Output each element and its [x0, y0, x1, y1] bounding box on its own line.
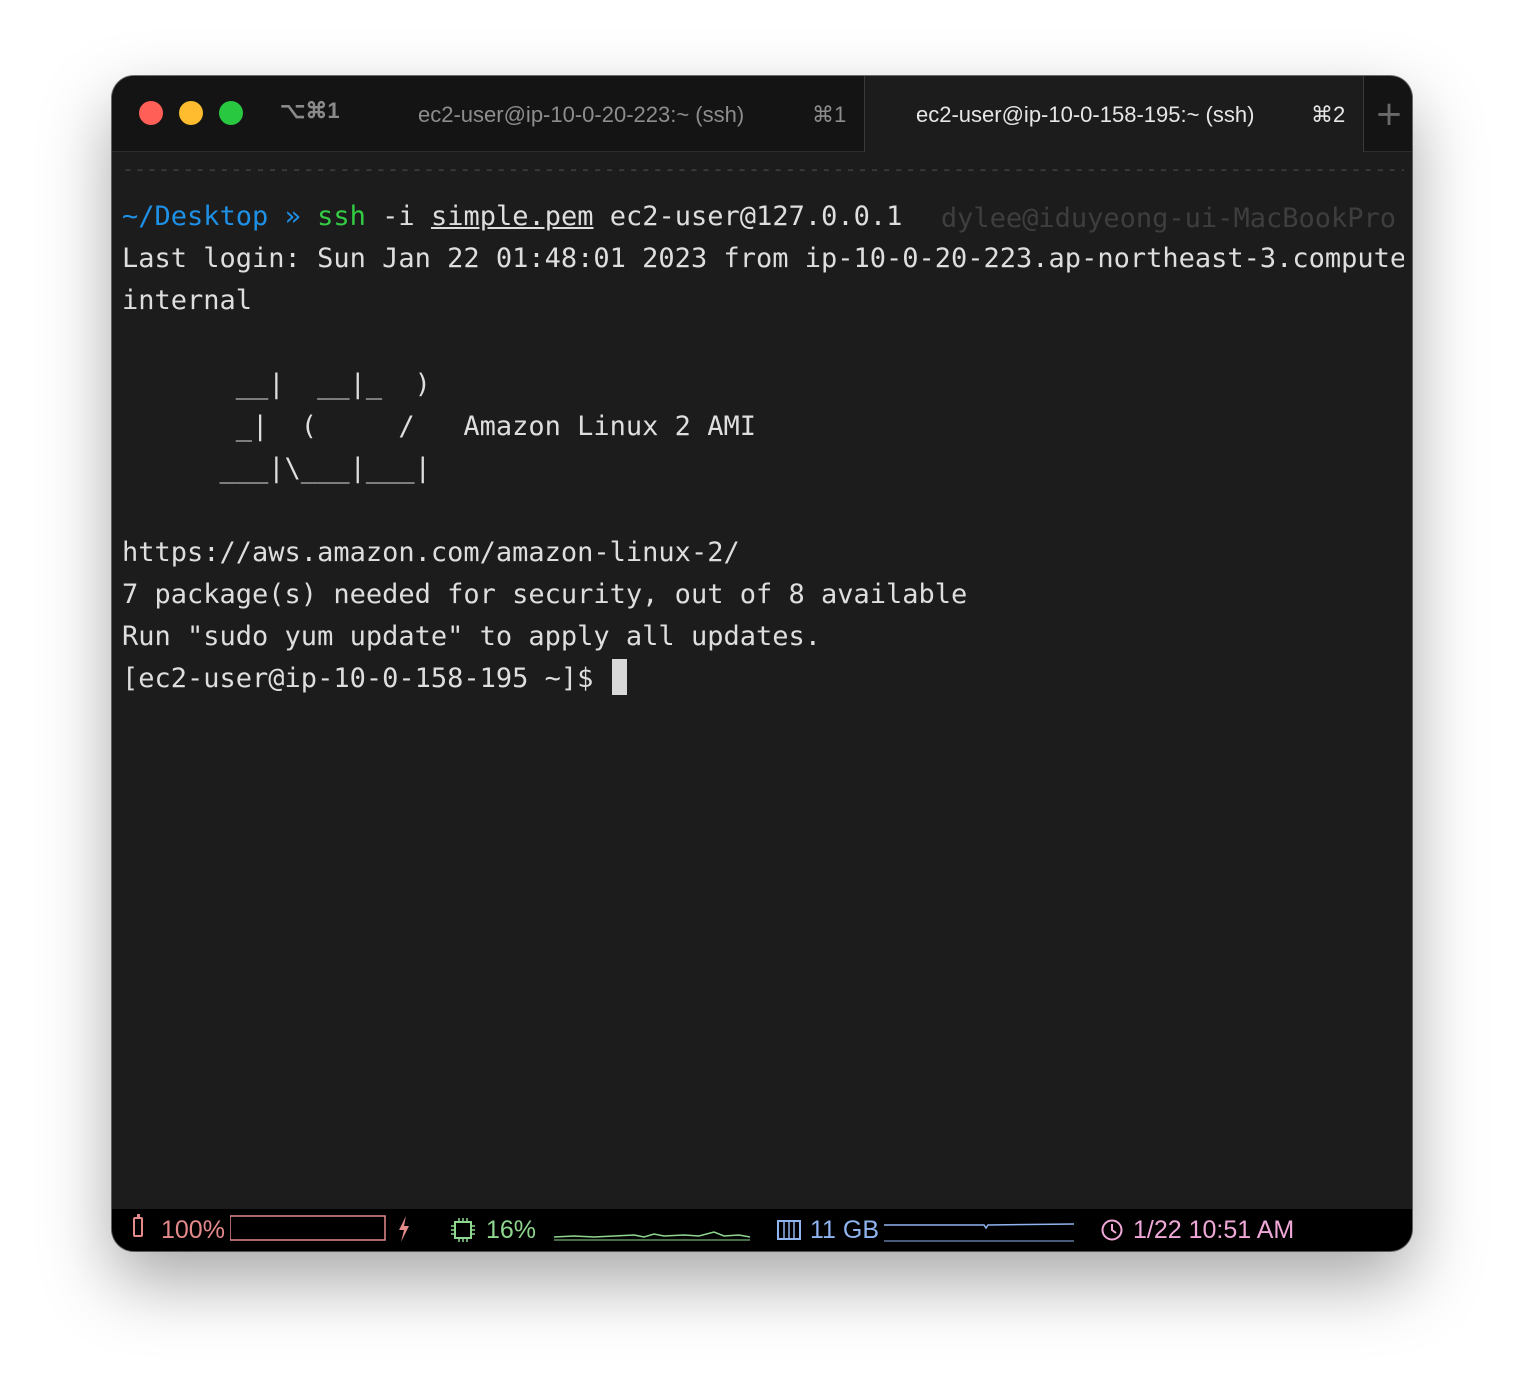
output-line: Last login: Sun Jan 22 01:48:01 2023 fro…	[122, 243, 1404, 274]
command-flag: -i	[382, 201, 415, 232]
tab-title: ec2-user@ip-10-0-158-195:~ (ssh)	[916, 102, 1255, 127]
command-file: simple.pem	[430, 201, 594, 232]
terminal-window: ⌥⌘1 ec2-user@ip-10-0-20-223:~ (ssh) ⌘1 e…	[112, 76, 1412, 1251]
ascii-art-line: ___|\___|___|	[122, 453, 431, 484]
output-line: https://aws.amazon.com/amazon-linux-2/	[122, 537, 740, 568]
prompt-separator: ----------------------------------------…	[122, 162, 1404, 176]
output-line: internal	[122, 285, 253, 316]
new-tab-button[interactable]: +	[1374, 92, 1404, 136]
memory-icon	[777, 1220, 801, 1240]
right-prompt: dylee@iduyeong-ui-MacBookPro	[940, 203, 1396, 234]
window-shortcut: ⌥⌘1	[280, 98, 340, 123]
memory-graph	[884, 1223, 1074, 1242]
command-name: ssh	[317, 201, 366, 232]
prompt-separator-glyph: »	[284, 201, 301, 232]
title-bar: ⌥⌘1 ec2-user@ip-10-0-20-223:~ (ssh) ⌘1 e…	[112, 76, 1412, 152]
ascii-art-line: _| ( / Amazon Linux 2 AMI	[122, 411, 756, 442]
clock-icon	[1101, 1219, 1123, 1241]
clock-value: 1/22 10:51 AM	[1133, 1216, 1295, 1244]
tab-title: ec2-user@ip-10-0-20-223:~ (ssh)	[418, 102, 745, 127]
tab-ssh-1[interactable]: ec2-user@ip-10-0-20-223:~ (ssh) ⌘1	[402, 76, 864, 152]
status-bar: 100% 16% 11 GB 1/22 10:51 AM	[112, 1209, 1412, 1251]
battery-graph	[230, 1215, 386, 1241]
memory-value: 11 GB	[810, 1216, 880, 1244]
cpu-icon	[451, 1218, 475, 1242]
terminal-output[interactable]: ----------------------------------------…	[122, 162, 1404, 1202]
lightning-icon	[399, 1216, 409, 1242]
text-cursor	[611, 659, 627, 695]
tab-ssh-2[interactable]: ec2-user@ip-10-0-158-195:~ (ssh) ⌘2	[864, 76, 1364, 152]
cpu-value: 16%	[486, 1216, 537, 1244]
command-line: ~/Desktop » ssh -i simple.pem ec2-user@1…	[122, 196, 902, 238]
shell-prompt: [ec2-user@ip-10-0-158-195 ~]$	[122, 663, 610, 694]
output-line: Run "sudo yum update" to apply all updat…	[122, 621, 821, 652]
close-button[interactable]	[139, 101, 163, 125]
shell-prompt-line: [ec2-user@ip-10-0-158-195 ~]$	[122, 658, 627, 700]
output-line: 7 package(s) needed for security, out of…	[122, 579, 968, 610]
cpu-graph	[554, 1231, 750, 1241]
tab-shortcut: ⌘2	[1311, 102, 1346, 127]
command-target: ec2-user@127.0.0.1	[609, 201, 903, 232]
battery-icon	[133, 1214, 143, 1237]
battery-value: 100%	[161, 1216, 225, 1244]
ascii-art-line: __| __|_ )	[122, 369, 431, 400]
prompt-dir: ~/Desktop	[122, 201, 269, 232]
minimize-button[interactable]	[179, 101, 203, 125]
tab-shortcut: ⌘1	[812, 102, 847, 127]
zoom-button[interactable]	[219, 101, 243, 125]
